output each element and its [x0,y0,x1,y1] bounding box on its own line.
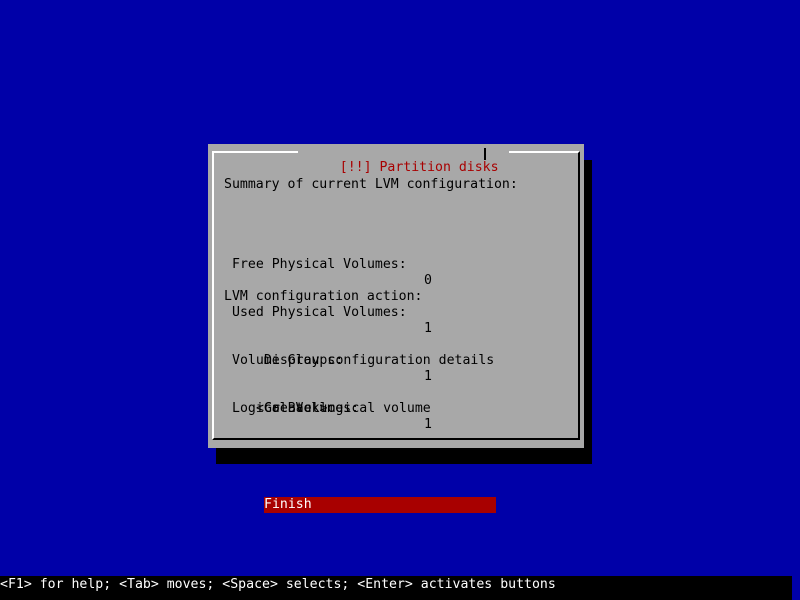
status-help-text: <F1> for help; <Tab> moves; <Space> sele… [0,577,556,592]
stat-value: 0 [424,273,432,288]
stat-row-free-pv: Free Physical Volumes: 0 [232,241,432,288]
menu-item-finish[interactable]: Finish [264,497,496,513]
stat-label: Used Physical Volumes: [232,305,407,320]
action-heading: LVM configuration action: [224,289,423,304]
dialog-title-box: [!!] Partition disks [298,144,509,175]
menu-item-display-config[interactable]: Display configuration details [264,353,496,369]
lvm-action-menu: Display configuration details Create log… [264,321,496,545]
menu-item-delete-lv[interactable]: Delete logical volume [264,449,496,465]
go-back-button[interactable]: <Go Back> [256,401,327,417]
stat-label: Free Physical Volumes: [232,257,407,272]
status-bar: <F1> for help; <Tab> moves; <Space> sele… [0,576,800,600]
summary-heading: Summary of current LVM configuration: [224,177,518,192]
partition-disks-dialog: [!!] Partition disks Summary of current … [208,144,584,513]
dialog-title: [!!] Partition disks [339,160,499,175]
text-cursor [792,576,800,600]
title-right-bracket [484,148,486,160]
